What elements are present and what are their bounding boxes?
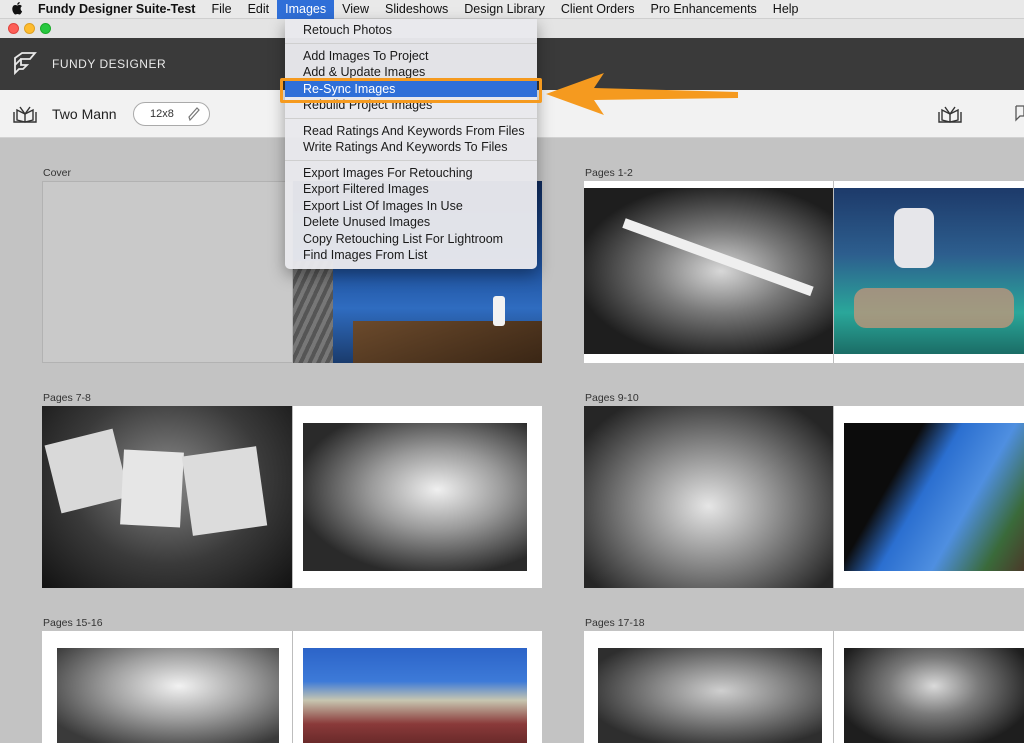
spread-pages-1-2[interactable] bbox=[584, 181, 1024, 363]
pool-band-photo bbox=[834, 188, 1024, 354]
menu-item-export-images-for-retouching[interactable]: Export Images For Retouching bbox=[285, 165, 537, 182]
spread-label: Pages 9-10 bbox=[585, 392, 639, 404]
spread-pages-7-8[interactable] bbox=[42, 406, 542, 588]
menu-bar: Fundy Designer Suite-Test File Edit Imag… bbox=[0, 0, 1024, 19]
page-right[interactable] bbox=[834, 406, 1024, 588]
page-left[interactable] bbox=[584, 406, 833, 588]
page-left[interactable] bbox=[584, 631, 833, 743]
app-title: FUNDY DESIGNER bbox=[52, 57, 167, 71]
album-icon[interactable] bbox=[12, 104, 38, 129]
groomsmen-photo bbox=[584, 406, 833, 588]
spread-pages-17-18[interactable] bbox=[584, 631, 1024, 743]
bridal-party-photo bbox=[303, 648, 527, 743]
page-left[interactable] bbox=[42, 631, 292, 743]
groom-photo bbox=[844, 648, 1024, 743]
menu-item-find-images-from-list[interactable]: Find Images From List bbox=[285, 247, 537, 264]
spread-label: Cover bbox=[43, 167, 72, 179]
spread-label: Pages 1-2 bbox=[585, 167, 633, 179]
menu-item-delete-unused-images[interactable]: Delete Unused Images bbox=[285, 214, 537, 231]
spread-label: Pages 17-18 bbox=[585, 617, 645, 629]
menu-item-export-filtered-images[interactable]: Export Filtered Images bbox=[285, 181, 537, 198]
letters-photo bbox=[42, 406, 292, 588]
album-size-selector[interactable]: 12x8 bbox=[133, 102, 210, 126]
menu-design-library[interactable]: Design Library bbox=[456, 0, 553, 19]
apple-icon[interactable] bbox=[0, 1, 36, 18]
menu-pro-enhancements[interactable]: Pro Enhancements bbox=[642, 0, 764, 19]
cover-back-page[interactable] bbox=[42, 181, 293, 363]
minimize-window-button[interactable] bbox=[24, 23, 35, 34]
menu-separator bbox=[285, 42, 537, 44]
menu-file[interactable]: File bbox=[203, 0, 239, 19]
menu-item-write-ratings-keywords[interactable]: Write Ratings And Keywords To Files bbox=[285, 139, 537, 156]
album-view-icon[interactable] bbox=[937, 104, 963, 129]
page-right[interactable] bbox=[293, 406, 542, 588]
fundy-logo-icon bbox=[12, 50, 38, 81]
menu-edit[interactable]: Edit bbox=[240, 0, 278, 19]
spread-label: Pages 7-8 bbox=[43, 392, 91, 404]
spread-pages-9-10[interactable] bbox=[584, 406, 1024, 588]
page-right[interactable] bbox=[834, 181, 1024, 363]
bride-smiling-photo bbox=[57, 648, 279, 743]
menu-client-orders[interactable]: Client Orders bbox=[553, 0, 643, 19]
app-name-menu[interactable]: Fundy Designer Suite-Test bbox=[36, 2, 203, 16]
page-left[interactable] bbox=[42, 406, 292, 588]
menu-item-retouch-photos[interactable]: Retouch Photos bbox=[285, 22, 537, 39]
zoom-window-button[interactable] bbox=[40, 23, 51, 34]
menu-separator bbox=[285, 117, 537, 119]
annotation-arrow-icon bbox=[546, 71, 741, 122]
menu-separator bbox=[285, 159, 537, 161]
page-right[interactable] bbox=[293, 631, 542, 743]
man-portrait-photo bbox=[598, 648, 822, 743]
images-menu-dropdown: Retouch Photos Add Images To Project Add… bbox=[285, 19, 537, 269]
menu-help[interactable]: Help bbox=[765, 0, 807, 19]
guitarist-photo bbox=[584, 188, 833, 354]
comment-icon[interactable] bbox=[1014, 104, 1024, 129]
menu-images[interactable]: Images bbox=[277, 0, 335, 19]
spread-label: Pages 15-16 bbox=[43, 617, 103, 629]
menu-item-add-images-to-project[interactable]: Add Images To Project bbox=[285, 48, 537, 65]
page-left[interactable] bbox=[584, 181, 833, 363]
close-window-button[interactable] bbox=[8, 23, 19, 34]
bride-laughing-photo bbox=[303, 423, 527, 571]
pencil-icon bbox=[187, 106, 201, 125]
page-right[interactable] bbox=[834, 631, 1024, 743]
menu-item-export-list-of-images[interactable]: Export List Of Images In Use bbox=[285, 198, 537, 215]
menu-item-read-ratings-keywords[interactable]: Read Ratings And Keywords From Files bbox=[285, 123, 537, 140]
menu-slideshows[interactable]: Slideshows bbox=[377, 0, 456, 19]
menu-view[interactable]: View bbox=[334, 0, 377, 19]
menu-item-copy-retouching-list[interactable]: Copy Retouching List For Lightroom bbox=[285, 231, 537, 248]
album-size-value: 12x8 bbox=[150, 108, 174, 120]
annotation-highlight-box bbox=[280, 78, 542, 103]
project-name: Two Mann bbox=[52, 106, 117, 122]
silhouette-sea-photo bbox=[844, 423, 1024, 571]
spread-pages-15-16[interactable] bbox=[42, 631, 542, 743]
